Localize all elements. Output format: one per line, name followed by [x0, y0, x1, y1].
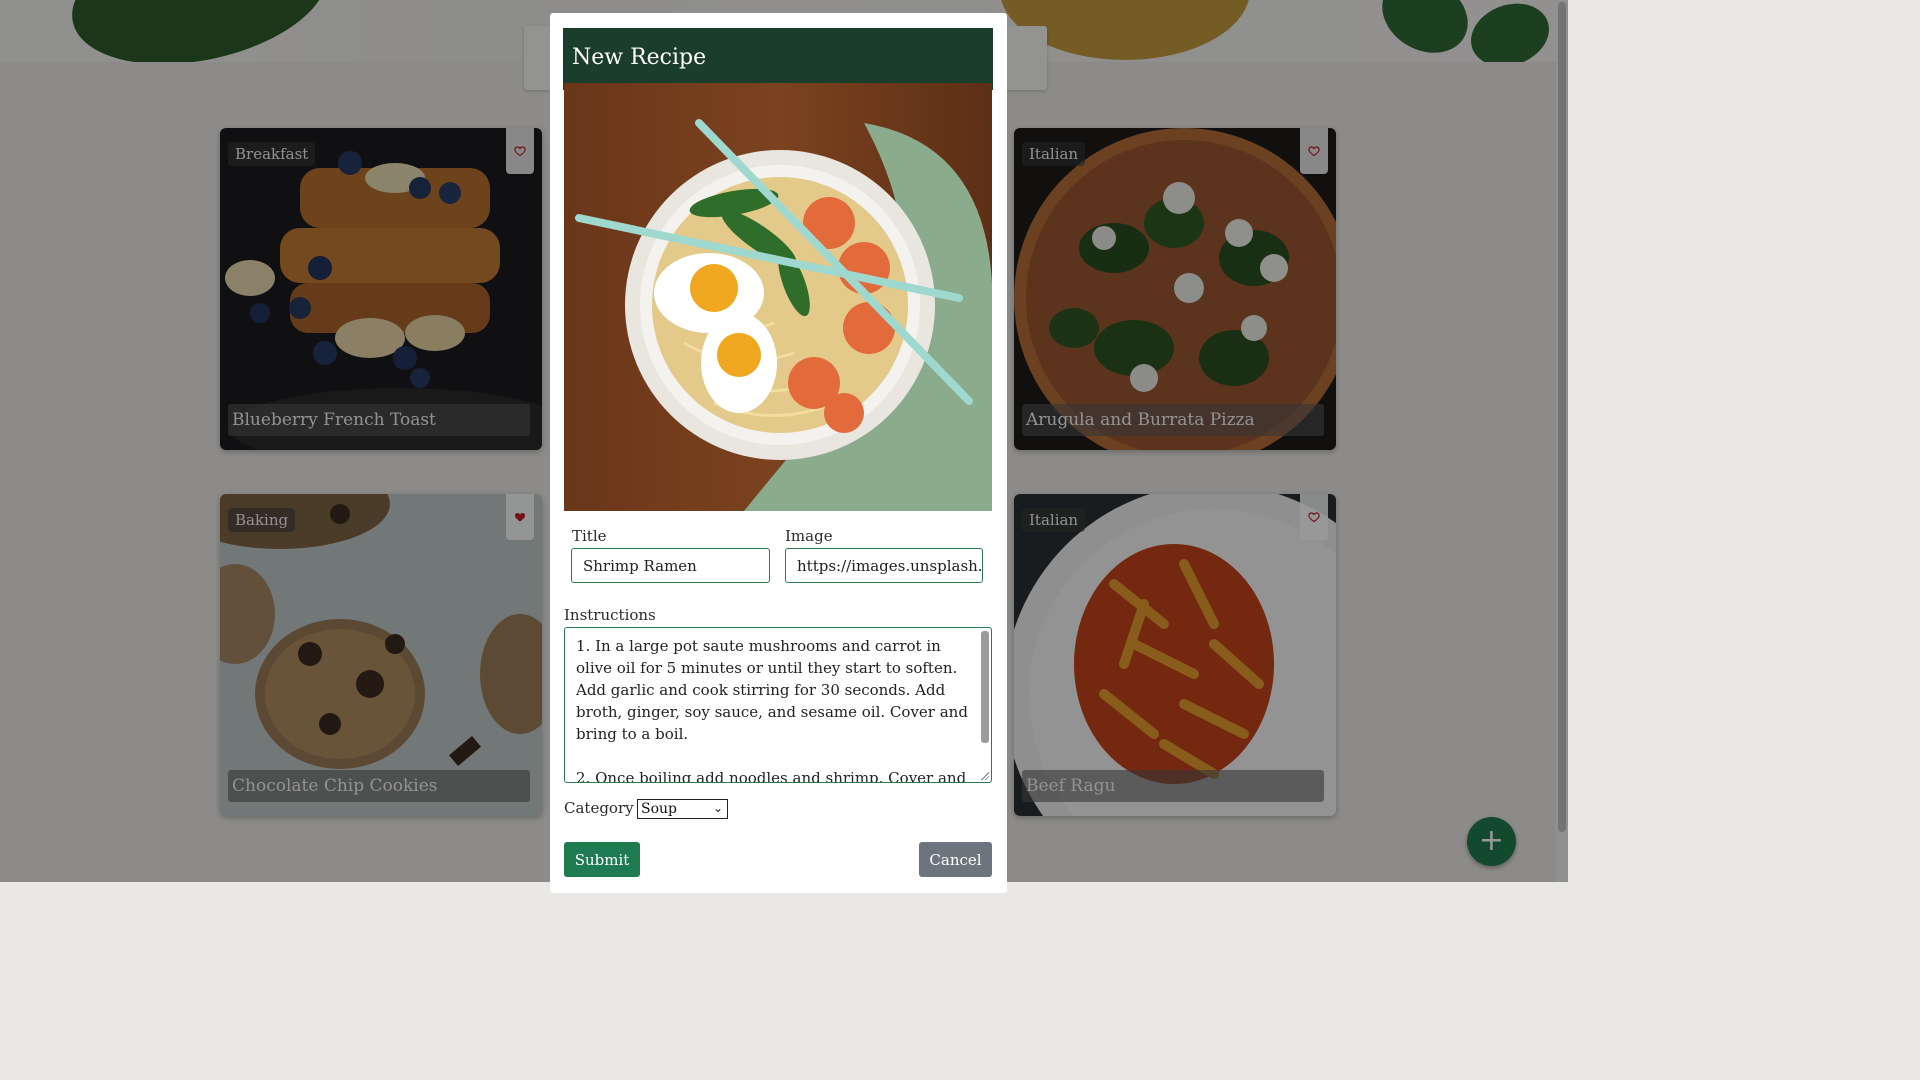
cancel-button[interactable]: Cancel: [919, 842, 992, 877]
instructions-textarea[interactable]: 1. In a large pot saute mushrooms and ca…: [564, 627, 992, 783]
textarea-scrollbar[interactable]: [981, 631, 989, 743]
resize-handle-icon[interactable]: [981, 772, 989, 780]
category-selected-value: Soup: [641, 801, 677, 817]
image-url-input[interactable]: https://images.unsplash.: [785, 548, 983, 583]
title-input[interactable]: Shrimp Ramen: [571, 548, 770, 583]
new-recipe-modal: New Recipe Title Shrimp Ramen Image http…: [550, 13, 1007, 893]
modal-title: New Recipe: [563, 28, 993, 90]
category-label: Category: [564, 799, 634, 817]
instruction-step: 1. In a large pot saute mushrooms and ca…: [576, 637, 968, 743]
instructions-label: Instructions: [564, 606, 656, 624]
title-label: Title: [572, 527, 607, 545]
instruction-step: 2. Once boiling add noodles and shrimp. …: [576, 769, 967, 783]
category-select[interactable]: Soup ⌄: [637, 799, 728, 819]
recipe-preview-image: [564, 83, 992, 511]
chevron-down-icon: ⌄: [712, 801, 723, 815]
image-label: Image: [785, 527, 833, 545]
submit-button[interactable]: Submit: [564, 842, 640, 877]
